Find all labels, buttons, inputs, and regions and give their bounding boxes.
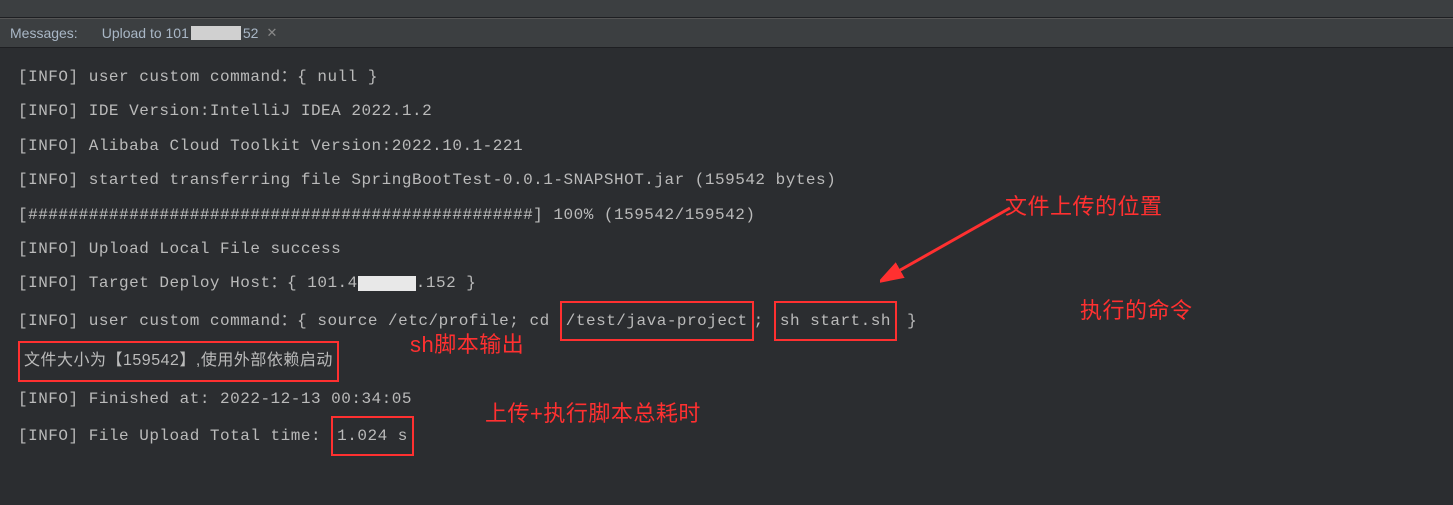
console-line: [INFO] user custom command：{ source /etc… [18,301,1435,341]
console-output: [INFO] user custom command：{ null } [INF… [0,48,1453,468]
console-line: 文件大小为【159542】,使用外部依赖启动 [18,341,1435,381]
tab-text-prefix: Upload to 101 [102,25,189,41]
close-icon[interactable]: ✕ [266,25,277,41]
annotation-upload-location: 文件上传的位置 [1005,183,1163,230]
redacted-ip [191,26,241,40]
annotation-total-time: 上传+执行脚本总耗时 [485,390,701,437]
console-line: [INFO] Alibaba Cloud Toolkit Version:202… [18,129,1435,163]
console-line: [INFO] started transferring file SpringB… [18,163,1435,197]
highlight-deploy-path: /test/java-project [560,301,754,341]
highlight-start-script: sh start.sh [774,301,897,341]
editor-tab-strip [0,0,1453,18]
console-line: [#######################################… [18,198,1435,232]
annotation-sh-output: sh脚本输出 [410,321,524,368]
console-line: [INFO] Target Deploy Host：{ 101.4.152 } [18,266,1435,300]
messages-label: Messages: [10,25,78,41]
console-line: [INFO] File Upload Total time: 1.024 s [18,416,1435,456]
tab-text-suffix: 52 [243,25,259,41]
messages-bar: Messages: Upload to 101 52 ✕ [0,18,1453,48]
console-line: [INFO] Upload Local File success [18,232,1435,266]
annotation-exec-command: 执行的命令 [1080,287,1193,334]
console-line: [INFO] user custom command：{ null } [18,60,1435,94]
messages-tab[interactable]: Upload to 101 52 ✕ [96,25,284,41]
console-line: [INFO] Finished at: 2022-12-13 00:34:05 [18,382,1435,416]
console-line: [INFO] IDE Version:IntelliJ IDEA 2022.1.… [18,94,1435,128]
highlight-script-output: 文件大小为【159542】,使用外部依赖启动 [18,341,339,381]
redacted-ip [358,276,416,291]
highlight-total-time: 1.024 s [331,416,414,456]
